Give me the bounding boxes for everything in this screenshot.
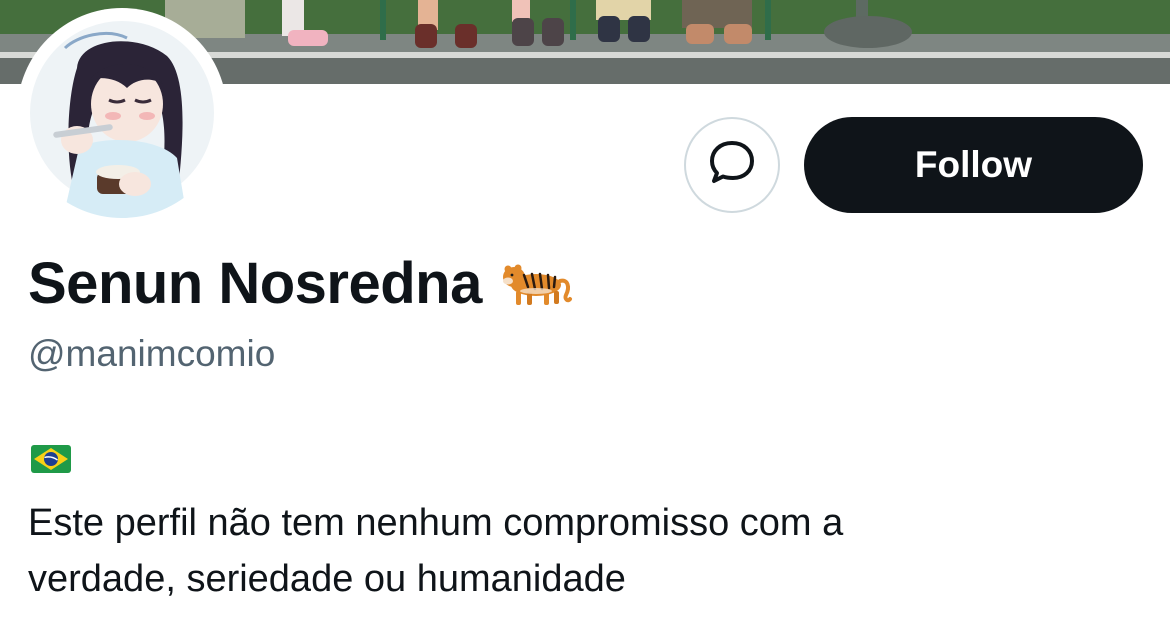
message-button[interactable] bbox=[684, 117, 780, 213]
follow-button[interactable]: Follow bbox=[804, 117, 1143, 213]
profile-page: Follow Senun Nosredna @manimcomio Este p… bbox=[0, 0, 1170, 632]
bio-line: verdade, seriedade ou humanidade bbox=[28, 558, 626, 600]
profile-bio: Este perfil não tem nenhum compromisso c… bbox=[28, 495, 1108, 607]
follow-button-label: Follow bbox=[914, 144, 1033, 185]
display-name-row: Senun Nosredna bbox=[28, 248, 574, 318]
tiger-emoji-icon bbox=[500, 257, 574, 309]
chat-bubble-icon bbox=[706, 137, 758, 194]
brazil-flag-icon bbox=[31, 445, 71, 473]
bio-line: Este perfil não tem nenhum compromisso c… bbox=[28, 502, 844, 544]
profile-avatar[interactable] bbox=[17, 8, 227, 218]
display-name: Senun Nosredna bbox=[28, 250, 482, 316]
profile-handle: @manimcomio bbox=[28, 333, 276, 374]
